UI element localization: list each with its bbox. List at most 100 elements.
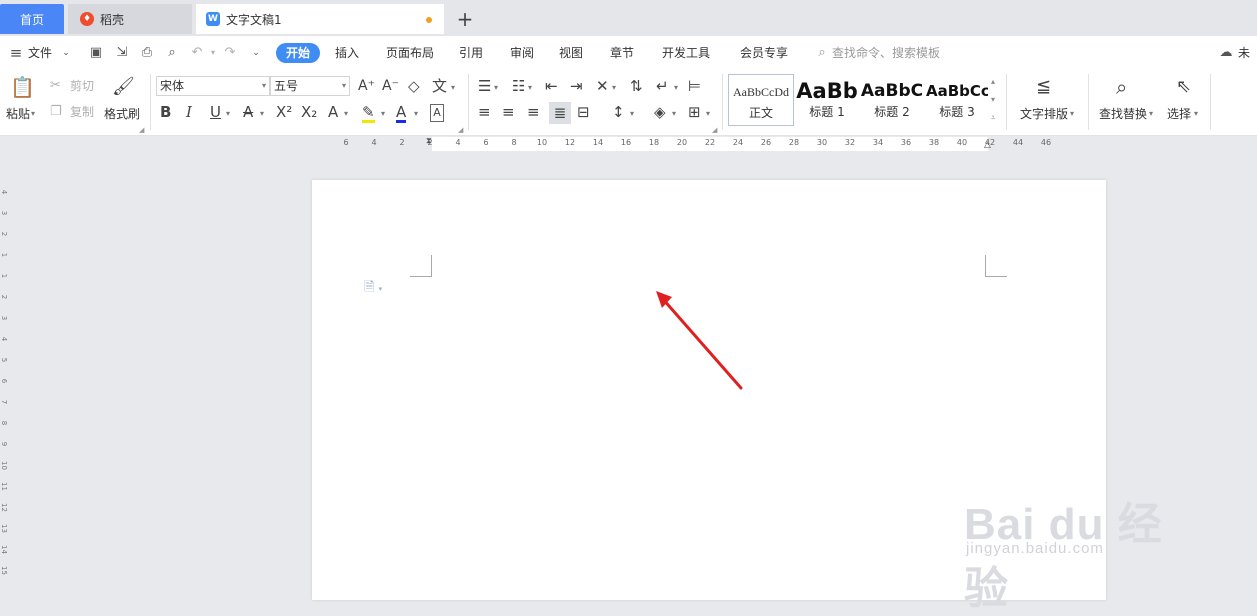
styles-expand-icon[interactable]: ⩡ [991,110,996,126]
align-center-icon[interactable]: ≡ [502,104,515,120]
menu-member[interactable]: 会员专享 [740,36,788,70]
shading-dropdown-icon[interactable]: ▾ [672,106,676,122]
menu-page-layout[interactable]: 页面布局 [386,36,434,70]
decrease-indent-icon[interactable]: ⇤ [545,78,558,94]
paste-button[interactable]: 粘贴 [6,106,30,122]
copy-icon[interactable]: ❐ [50,104,62,120]
bold-icon[interactable]: B [160,104,171,120]
select-cursor-icon[interactable]: ⇖ [1176,76,1191,98]
paste-icon[interactable]: 📋 [10,76,35,98]
redo-icon[interactable]: ↷ [222,45,238,61]
align-left-icon[interactable]: ≡ [478,104,491,120]
vertical-ruler[interactable]: 4 3 2 1 1 2 3 4 5 6 7 8 9 10 11 12 13 14 15 [0,152,10,593]
chevron-down-icon[interactable]: ⌄ [58,45,74,61]
borders-dropdown-icon[interactable]: ▾ [706,106,710,122]
copy-button[interactable]: 复制 [70,104,94,120]
borders-icon[interactable]: ⊞ [688,104,701,120]
font-color-icon[interactable]: A [396,104,407,123]
menu-section[interactable]: 章节 [610,36,634,70]
chinese-layout-dropdown-icon[interactable]: ▾ [612,80,616,96]
menu-insert[interactable]: 插入 [335,36,359,70]
tab-document[interactable]: W 文字文稿1 [196,4,444,34]
quick-access-dropdown-icon[interactable]: ⌄ [248,45,264,61]
shading-icon[interactable]: ◈ [654,104,666,120]
show-marks-icon[interactable]: ↵ [656,78,669,94]
undo-dropdown-icon[interactable]: ▾ [205,45,221,61]
increase-indent-icon[interactable]: ⇥ [570,78,583,94]
cut-icon[interactable]: ✂ [50,78,61,94]
text-effect-dropdown-icon[interactable]: ▾ [344,106,348,122]
hamburger-menu-icon[interactable]: ≡ [8,45,24,61]
menu-view[interactable]: 视图 [559,36,583,70]
font-size-select[interactable]: 五号 ▾ [270,76,350,96]
bullet-list-icon[interactable]: ☰ [478,78,491,94]
right-indent-marker-icon[interactable]: △ [984,140,991,150]
new-tab-button[interactable]: + [454,6,476,32]
format-painter-button[interactable]: 格式刷 [104,106,140,122]
menu-review[interactable]: 审阅 [510,36,534,70]
cut-button[interactable]: 剪切 [70,78,94,94]
find-replace-button[interactable]: 查找替换 [1099,106,1147,122]
tab-home[interactable]: 首页 [0,4,64,34]
justify-icon[interactable]: ≣ [549,102,571,124]
horizontal-ruler[interactable]: 6 4 2 2 4 6 8 10 12 14 16 18 20 22 24 26 28 30 32 34 36 38 40 4… [0,136,1257,152]
text-layout-dropdown-icon[interactable]: ▾ [1070,106,1074,122]
character-border-icon[interactable]: A [430,104,444,122]
underline-icon[interactable]: U [210,104,221,120]
print-preview-icon[interactable]: ⌕ [164,45,180,61]
subscript-icon[interactable]: X₂ [301,104,317,120]
export-pdf-icon[interactable]: ⇲ [114,45,130,61]
underline-dropdown-icon[interactable]: ▾ [226,106,230,122]
menu-developer-tools[interactable]: 开发工具 [662,36,710,70]
print-icon[interactable]: ⎙ [139,45,155,61]
first-line-indent-marker-icon[interactable]: ⧗ [426,136,432,146]
style-heading-3[interactable]: AaBbCc 标题 3 [926,74,988,126]
font-name-select[interactable]: 宋体 ▾ [156,76,270,96]
format-painter-icon[interactable]: 🖌 [112,76,135,98]
style-heading-2[interactable]: AaBbC 标题 2 [860,74,924,126]
numbered-list-dropdown-icon[interactable]: ▾ [528,80,532,96]
paste-dropdown-icon[interactable]: ▾ [31,106,35,122]
menu-file[interactable]: 文件 [28,36,52,70]
highlight-dropdown-icon[interactable]: ▾ [381,106,385,122]
tab-stops-icon[interactable]: ⊨ [688,78,701,94]
style-heading-1[interactable]: AaBb 标题 1 [796,74,858,126]
strikethrough-dropdown-icon[interactable]: ▾ [260,106,264,122]
save-icon[interactable]: ▣ [88,45,104,61]
styles-scroll-up-icon[interactable]: ▴ [991,74,995,90]
find-replace-dropdown-icon[interactable]: ▾ [1149,106,1153,122]
align-right-icon[interactable]: ≡ [527,104,540,120]
phonetic-guide-icon[interactable]: 文 [432,78,447,94]
font-color-dropdown-icon[interactable]: ▾ [414,106,418,122]
line-spacing-icon[interactable]: ↕ [612,104,625,120]
text-layout-icon[interactable]: ≦ [1036,76,1051,98]
distributed-align-icon[interactable]: ⊟ [577,104,590,120]
grow-font-icon[interactable]: A⁺ [358,78,375,94]
tab-daoke[interactable]: ♦ 稻壳 [68,4,192,34]
phonetic-dropdown-icon[interactable]: ▾ [451,80,455,96]
style-normal[interactable]: AaBbCcDd 正文 [728,74,794,126]
clear-format-icon[interactable]: ◇ [408,78,420,94]
shrink-font-icon[interactable]: A⁻ [382,78,399,94]
undo-icon[interactable]: ↶ [189,45,205,61]
select-button[interactable]: 选择 [1167,106,1191,122]
highlight-icon[interactable]: ✎ [362,104,375,123]
show-marks-dropdown-icon[interactable]: ▾ [674,80,678,96]
text-effect-icon[interactable]: A [328,104,338,120]
cloud-sync-icon[interactable]: ☁ [1218,45,1234,61]
strikethrough-icon[interactable]: A [243,104,253,120]
find-replace-icon[interactable]: ⌕ [1116,75,1127,99]
menu-reference[interactable]: 引用 [459,36,483,70]
paragraph-layout-icon[interactable]: 🗎 ▾ [364,278,382,300]
select-dropdown-icon[interactable]: ▾ [1194,106,1198,122]
menu-start[interactable]: 开始 [276,43,321,63]
chinese-layout-icon[interactable]: ✕ [596,78,609,94]
line-spacing-dropdown-icon[interactable]: ▾ [630,106,634,122]
bullet-list-dropdown-icon[interactable]: ▾ [494,80,498,96]
styles-scroll-down-icon[interactable]: ▾ [991,92,995,108]
sort-icon[interactable]: ⇅ [630,78,643,94]
command-search-input[interactable]: 查找命令、搜索模板 [832,36,940,70]
text-layout-button[interactable]: 文字排版 [1020,106,1068,122]
superscript-icon[interactable]: X² [276,104,292,120]
numbered-list-icon[interactable]: ☷ [512,78,525,94]
